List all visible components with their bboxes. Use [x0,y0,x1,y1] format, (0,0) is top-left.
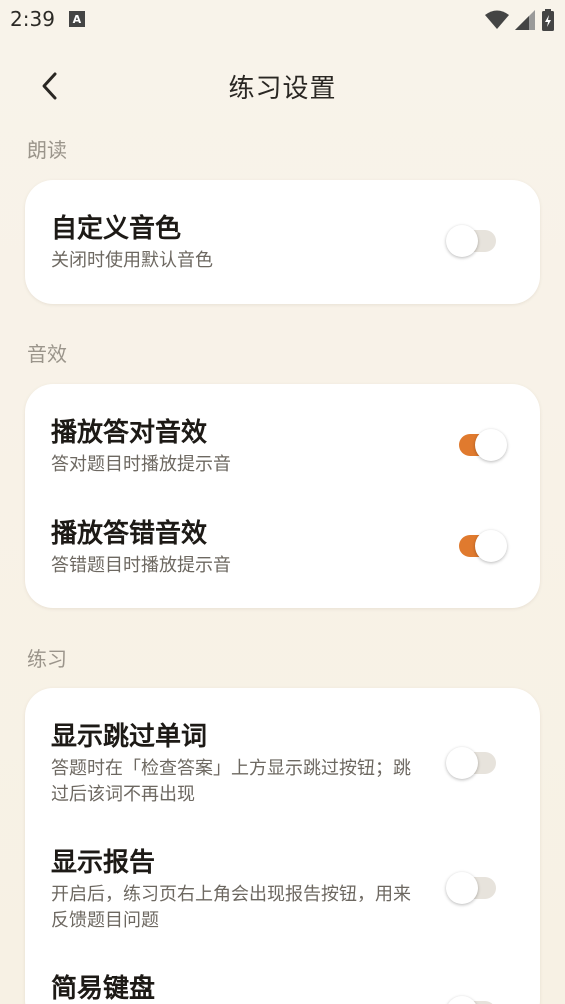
correct-sound-toggle[interactable] [451,429,507,461]
setting-title: 自定义音色 [51,214,182,244]
simple-keyboard-toggle[interactable] [446,996,500,1004]
battery-icon [542,9,554,31]
setting-title: 播放答对音效 [51,418,208,448]
page-title: 练习设置 [228,73,337,104]
notification-icon: A [68,11,85,27]
status-bar: 2:39 A [0,0,565,38]
toggle-knob [446,996,478,1004]
show-report-toggle[interactable] [446,872,500,904]
section-label-reading: 朗读 [27,138,67,162]
card-reading: 自定义音色 关闭时使用默认音色 [25,180,540,304]
setting-title: 简易键盘 [51,974,156,1004]
setting-subtitle: 答题时在「检查答案」上方显示跳过按钮；跳过后该词不再出现 [51,758,411,805]
setting-subtitle: 答错题目时播放提示音 [51,555,231,576]
wifi-icon [485,10,509,29]
signal-icon [515,10,535,30]
toggle-knob [475,530,507,562]
app-header: 练习设置 [0,60,565,112]
toggle-knob [446,225,478,257]
status-icons [485,9,555,31]
setting-row-custom-voice: 自定义音色 关闭时使用默认音色 [51,212,514,274]
setting-row-show-skip: 显示跳过单词 答题时在「检查答案」上方显示跳过按钮；跳过后该词不再出现 [51,720,514,808]
back-button[interactable] [30,66,70,106]
setting-title: 显示报告 [51,848,156,878]
toggle-knob [475,429,507,461]
setting-row-correct-sound: 播放答对音效 答对题目时播放提示音 [51,416,514,478]
toggle-knob [446,872,478,904]
setting-row-show-report: 显示报告 开启后，练习页右上角会出现报告按钮，用来反馈题目问题 [51,846,514,934]
setting-row-simple-keyboard: 简易键盘 [51,972,514,1004]
chevron-left-icon [42,72,57,100]
status-time: 2:39 [10,7,55,31]
custom-voice-toggle[interactable] [446,225,500,257]
section-label-practice: 练习 [27,647,67,671]
setting-row-wrong-sound: 播放答错音效 答错题目时播放提示音 [51,517,514,579]
setting-subtitle: 答对题目时播放提示音 [51,454,231,475]
show-skip-toggle[interactable] [446,747,500,779]
toggle-knob [446,747,478,779]
card-sound: 播放答对音效 答对题目时播放提示音 播放答错音效 答错题目时播放提示音 [25,384,540,608]
setting-subtitle: 关闭时使用默认音色 [51,250,213,271]
setting-title: 显示跳过单词 [51,722,208,752]
section-label-sound: 音效 [27,342,67,366]
wrong-sound-toggle[interactable] [451,530,507,562]
setting-title: 播放答错音效 [51,519,208,549]
setting-subtitle: 开启后，练习页右上角会出现报告按钮，用来反馈题目问题 [51,884,411,931]
card-practice: 显示跳过单词 答题时在「检查答案」上方显示跳过按钮；跳过后该词不再出现 显示报告… [25,688,540,1004]
